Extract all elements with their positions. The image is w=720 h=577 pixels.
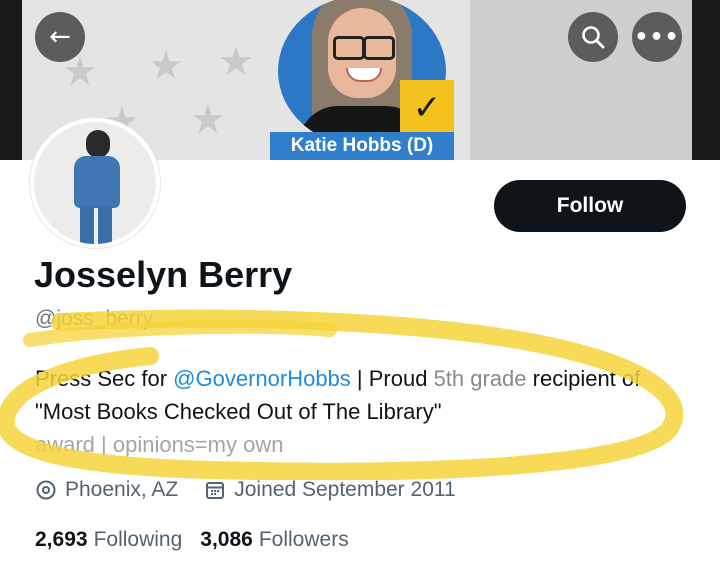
star-icon: ★ bbox=[218, 39, 254, 85]
bio-text: Press Sec for bbox=[35, 366, 174, 391]
followers-label: Followers bbox=[258, 528, 349, 551]
candidate-name-tag: Katie Hobbs (D) bbox=[270, 132, 454, 160]
user-handle: @joss_berry bbox=[35, 307, 154, 330]
followers-count: 3,086 bbox=[200, 528, 253, 551]
location-pin-icon bbox=[35, 479, 57, 501]
bio-mention-link[interactable]: @GovernorHobbs bbox=[173, 366, 351, 391]
display-name: Josselyn Berry bbox=[34, 254, 293, 295]
star-icon: ★ bbox=[190, 97, 226, 143]
banner-edge-right bbox=[692, 0, 720, 160]
banner-edge-left bbox=[0, 0, 22, 160]
bio-text: brary" bbox=[383, 399, 442, 424]
follow-button[interactable]: Follow bbox=[494, 180, 686, 232]
search-button[interactable] bbox=[568, 12, 618, 62]
joined-text: Joined September 2011 bbox=[234, 478, 456, 501]
following-link[interactable]: 2,693 Following bbox=[35, 528, 182, 552]
calendar-icon bbox=[204, 479, 226, 501]
bio-text: | Proud bbox=[350, 366, 434, 391]
profile-bio: Press Sec for @GovernorHobbs | Proud 5th… bbox=[35, 362, 695, 461]
more-options-button[interactable]: ••• bbox=[632, 12, 682, 62]
follow-stats: 2,693 Following 3,086 Followers bbox=[35, 528, 367, 552]
following-label: Following bbox=[93, 528, 183, 551]
bio-text-faded: award | opinions=my own bbox=[35, 432, 284, 457]
search-icon bbox=[582, 26, 605, 49]
following-count: 2,693 bbox=[35, 528, 88, 551]
back-button[interactable]: ← bbox=[35, 12, 85, 62]
star-icon: ★ bbox=[148, 43, 184, 89]
arrow-left-icon: ← bbox=[49, 22, 71, 52]
location-item: Phoenix, AZ bbox=[35, 478, 178, 502]
bio-text-faded: 5th grade bbox=[433, 366, 527, 391]
location-text: Phoenix, AZ bbox=[65, 478, 179, 501]
more-horizontal-icon: ••• bbox=[634, 24, 680, 50]
checkmark-icon: ✓ bbox=[400, 80, 454, 136]
followers-link[interactable]: 3,086 Followers bbox=[200, 528, 348, 552]
profile-avatar[interactable] bbox=[30, 118, 160, 248]
joined-item: Joined September 2011 bbox=[204, 478, 456, 502]
profile-meta: Phoenix, AZ Joined September 2011 bbox=[35, 478, 482, 502]
